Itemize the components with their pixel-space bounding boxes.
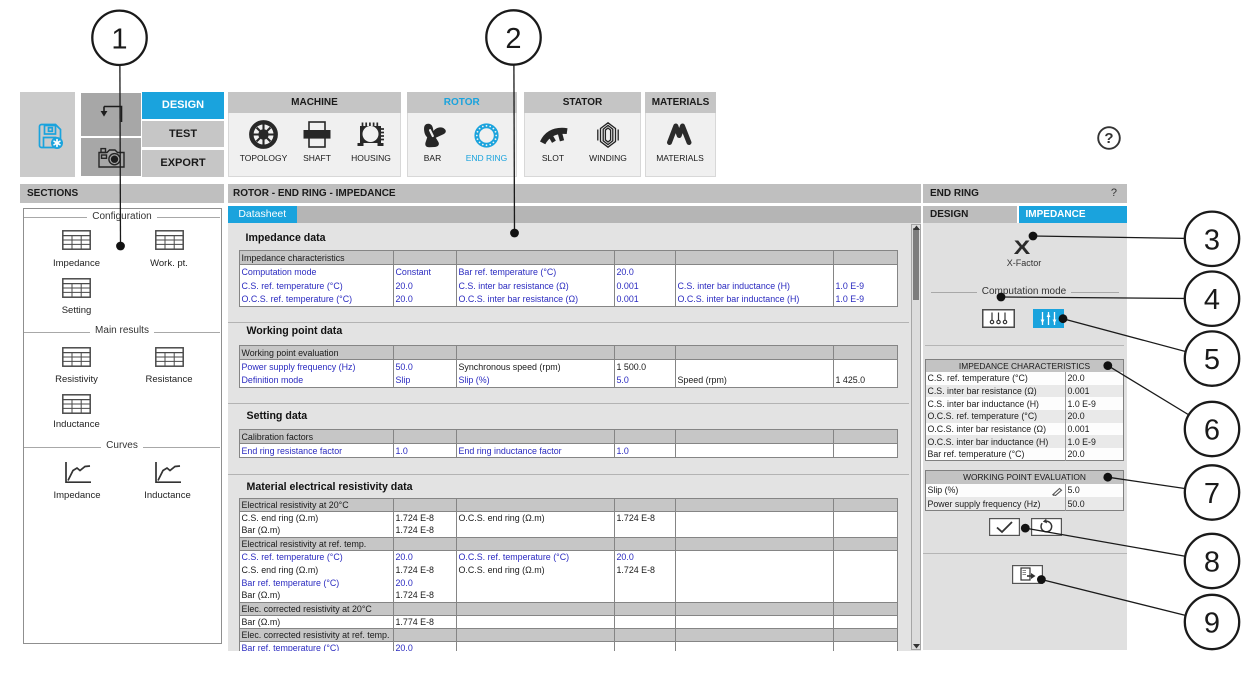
svg-text:5: 5 [1204,344,1220,376]
svg-text:3: 3 [1204,224,1220,256]
svg-text:7: 7 [1204,478,1220,510]
svg-text:9: 9 [1204,608,1220,640]
svg-text:2: 2 [505,23,521,55]
svg-text:1: 1 [111,23,127,55]
svg-text:6: 6 [1204,415,1220,447]
svg-text:8: 8 [1204,547,1220,579]
svg-text:4: 4 [1204,284,1220,316]
